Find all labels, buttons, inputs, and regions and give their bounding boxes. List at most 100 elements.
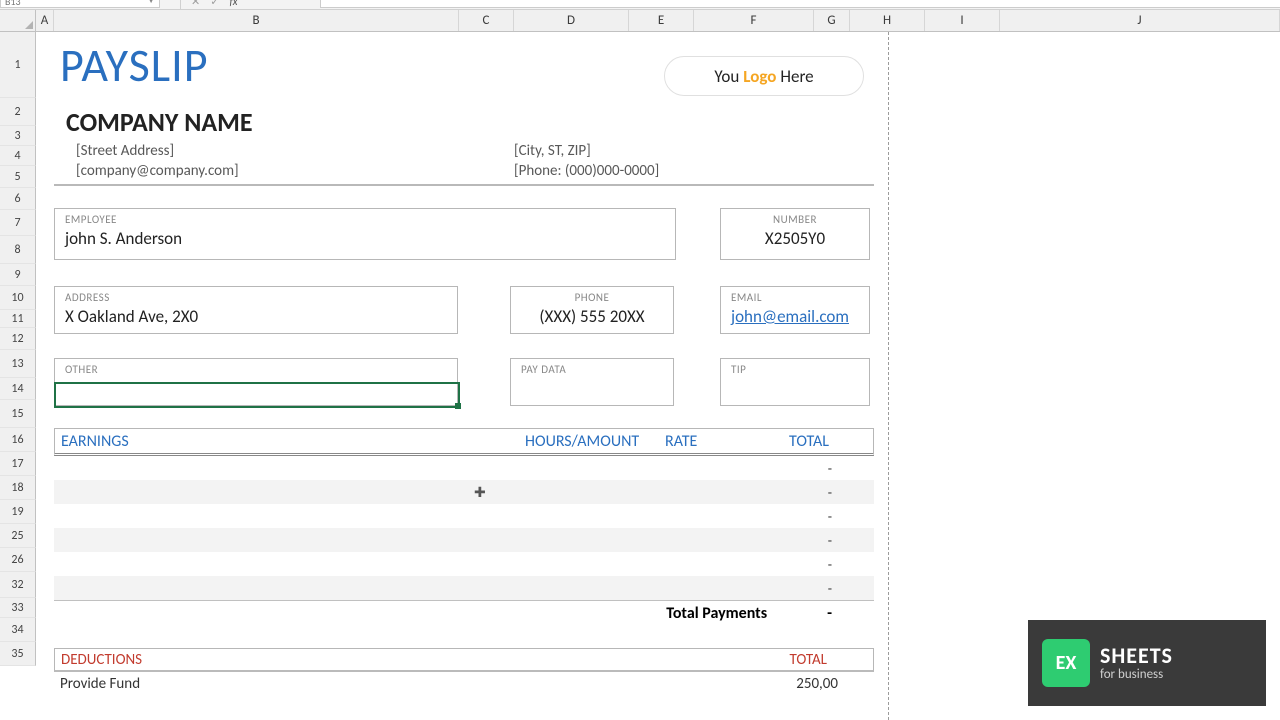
- deductions-header-row: DEDUCTIONS TOTAL: [54, 648, 874, 672]
- row-header[interactable]: 12: [0, 328, 36, 350]
- sheet-canvas[interactable]: PAYSLIP You Logo Here COMPANY NAME [Stre…: [36, 32, 1280, 720]
- row-header[interactable]: 7: [0, 210, 36, 236]
- address-field[interactable]: ADDRESS X Oakland Ave, 2X0: [54, 286, 458, 334]
- total-payments-value: -: [827, 604, 874, 623]
- brand-line2: for business: [1100, 668, 1173, 682]
- company-cityzip: [City, ST, ZIP]: [514, 142, 591, 160]
- deduction-name: Provide Fund: [54, 675, 140, 693]
- email-field[interactable]: EMAIL john@email.com: [720, 286, 870, 334]
- row-header[interactable]: 25: [0, 524, 36, 548]
- paydata-field[interactable]: PAY DATA: [510, 358, 674, 406]
- formula-input[interactable]: [320, 0, 1280, 8]
- deductions-total-label: TOTAL: [789, 651, 873, 669]
- col-header[interactable]: G: [814, 10, 850, 31]
- col-header[interactable]: F: [694, 10, 814, 31]
- table-row[interactable]: -: [54, 456, 874, 480]
- row-header[interactable]: 26: [0, 548, 36, 572]
- chevron-down-icon[interactable]: ▼: [147, 0, 155, 6]
- table-row[interactable]: -: [54, 528, 874, 552]
- number-field[interactable]: NUMBER X2505Y0: [720, 208, 870, 260]
- field-label: EMAIL: [731, 291, 859, 304]
- row-header[interactable]: 8: [0, 236, 36, 264]
- field-label: EMPLOYEE: [65, 213, 665, 226]
- col-header[interactable]: E: [629, 10, 694, 31]
- row-headers: 1 2 3 4 5 6 7 8 9 10 11 12 13 14 15 16 1…: [0, 32, 36, 666]
- spreadsheet-grid: A B C D E F G H I J 1 2 3 4 5 6 7 8 9 10…: [0, 10, 1280, 720]
- col-hours: HOURS/AMOUNT: [525, 432, 665, 451]
- row-header[interactable]: 33: [0, 598, 36, 618]
- row-header[interactable]: 3: [0, 126, 36, 146]
- field-label: PHONE: [521, 291, 663, 304]
- row-header[interactable]: 32: [0, 572, 36, 598]
- enter-icon[interactable]: ✓: [210, 0, 219, 8]
- row-header[interactable]: 10: [0, 286, 36, 310]
- logo-text-post: Here: [780, 66, 813, 87]
- table-row[interactable]: -: [54, 504, 874, 528]
- col-header[interactable]: D: [514, 10, 629, 31]
- row-header[interactable]: 16: [0, 428, 36, 452]
- field-value: X2505Y0: [731, 228, 859, 249]
- row-header[interactable]: 13: [0, 350, 36, 378]
- col-total: TOTAL: [745, 432, 873, 451]
- col-header[interactable]: B: [54, 10, 459, 31]
- company-street: [Street Address]: [76, 142, 174, 160]
- fx-icon[interactable]: fx: [229, 0, 237, 8]
- deduction-value: 250,00: [796, 675, 874, 693]
- logo-text-pre: You: [714, 66, 739, 87]
- other-field[interactable]: OTHER: [54, 358, 458, 406]
- row-header[interactable]: 35: [0, 642, 36, 666]
- deductions-table: DEDUCTIONS TOTAL Provide Fund 250,00: [54, 648, 874, 696]
- col-header[interactable]: I: [925, 10, 1000, 31]
- col-header[interactable]: C: [459, 10, 514, 31]
- row-header[interactable]: 2: [0, 98, 36, 126]
- logo-text-mid: Logo: [743, 66, 776, 87]
- field-label: NUMBER: [731, 213, 859, 226]
- col-header[interactable]: H: [850, 10, 925, 31]
- field-label: TIP: [731, 363, 859, 376]
- select-all-corner[interactable]: [0, 10, 36, 31]
- field-value: X Oakland Ave, 2X0: [65, 306, 447, 327]
- row-header[interactable]: 9: [0, 264, 36, 286]
- field-value: (XXX) 555 20XX: [521, 306, 663, 327]
- company-phone: [Phone: (000)000-0000]: [514, 162, 659, 180]
- row-header[interactable]: 11: [0, 310, 36, 328]
- table-row[interactable]: -: [54, 576, 874, 600]
- row-header[interactable]: 15: [0, 400, 36, 428]
- field-label: PAY DATA: [521, 363, 663, 376]
- row-header[interactable]: 19: [0, 500, 36, 524]
- row-header[interactable]: 6: [0, 188, 36, 210]
- row-header[interactable]: 4: [0, 146, 36, 166]
- watermark-banner: EX SHEETS for business: [1028, 620, 1266, 706]
- tip-field[interactable]: TIP: [720, 358, 870, 406]
- col-rate: RATE: [665, 432, 745, 451]
- row-header[interactable]: 17: [0, 452, 36, 476]
- earnings-table: EARNINGS HOURS/AMOUNT RATE TOTAL - - - -…: [54, 428, 874, 626]
- divider: [54, 184, 874, 186]
- cancel-icon[interactable]: ✕: [191, 0, 200, 8]
- employee-field[interactable]: EMPLOYEE john S. Anderson: [54, 208, 676, 260]
- field-value: john S. Anderson: [65, 228, 665, 249]
- col-header[interactable]: A: [36, 10, 54, 31]
- field-label: OTHER: [65, 363, 447, 376]
- formula-controls: ✕ ✓ fx: [180, 0, 238, 8]
- field-label: ADDRESS: [65, 291, 447, 304]
- total-payments-row: Total Payments -: [54, 600, 874, 626]
- divider: [180, 0, 181, 9]
- table-row[interactable]: -: [54, 480, 874, 504]
- table-row[interactable]: -: [54, 552, 874, 576]
- phone-field[interactable]: PHONE (XXX) 555 20XX: [510, 286, 674, 334]
- row-header[interactable]: 14: [0, 378, 36, 400]
- col-header[interactable]: J: [1000, 10, 1280, 31]
- col-earnings: EARNINGS: [55, 432, 525, 451]
- row-header[interactable]: 18: [0, 476, 36, 500]
- page-break-line: [888, 32, 889, 720]
- row-header[interactable]: 34: [0, 618, 36, 642]
- table-row[interactable]: Provide Fund 250,00: [54, 672, 874, 696]
- name-box-value: B13: [5, 0, 21, 8]
- row-header[interactable]: 1: [0, 32, 36, 98]
- name-box[interactable]: B13 ▼: [0, 0, 160, 8]
- logo-placeholder: You Logo Here: [664, 56, 864, 96]
- total-payments-label: Total Payments: [666, 604, 827, 623]
- row-header[interactable]: 5: [0, 166, 36, 188]
- brand-line1: SHEETS: [1100, 644, 1173, 668]
